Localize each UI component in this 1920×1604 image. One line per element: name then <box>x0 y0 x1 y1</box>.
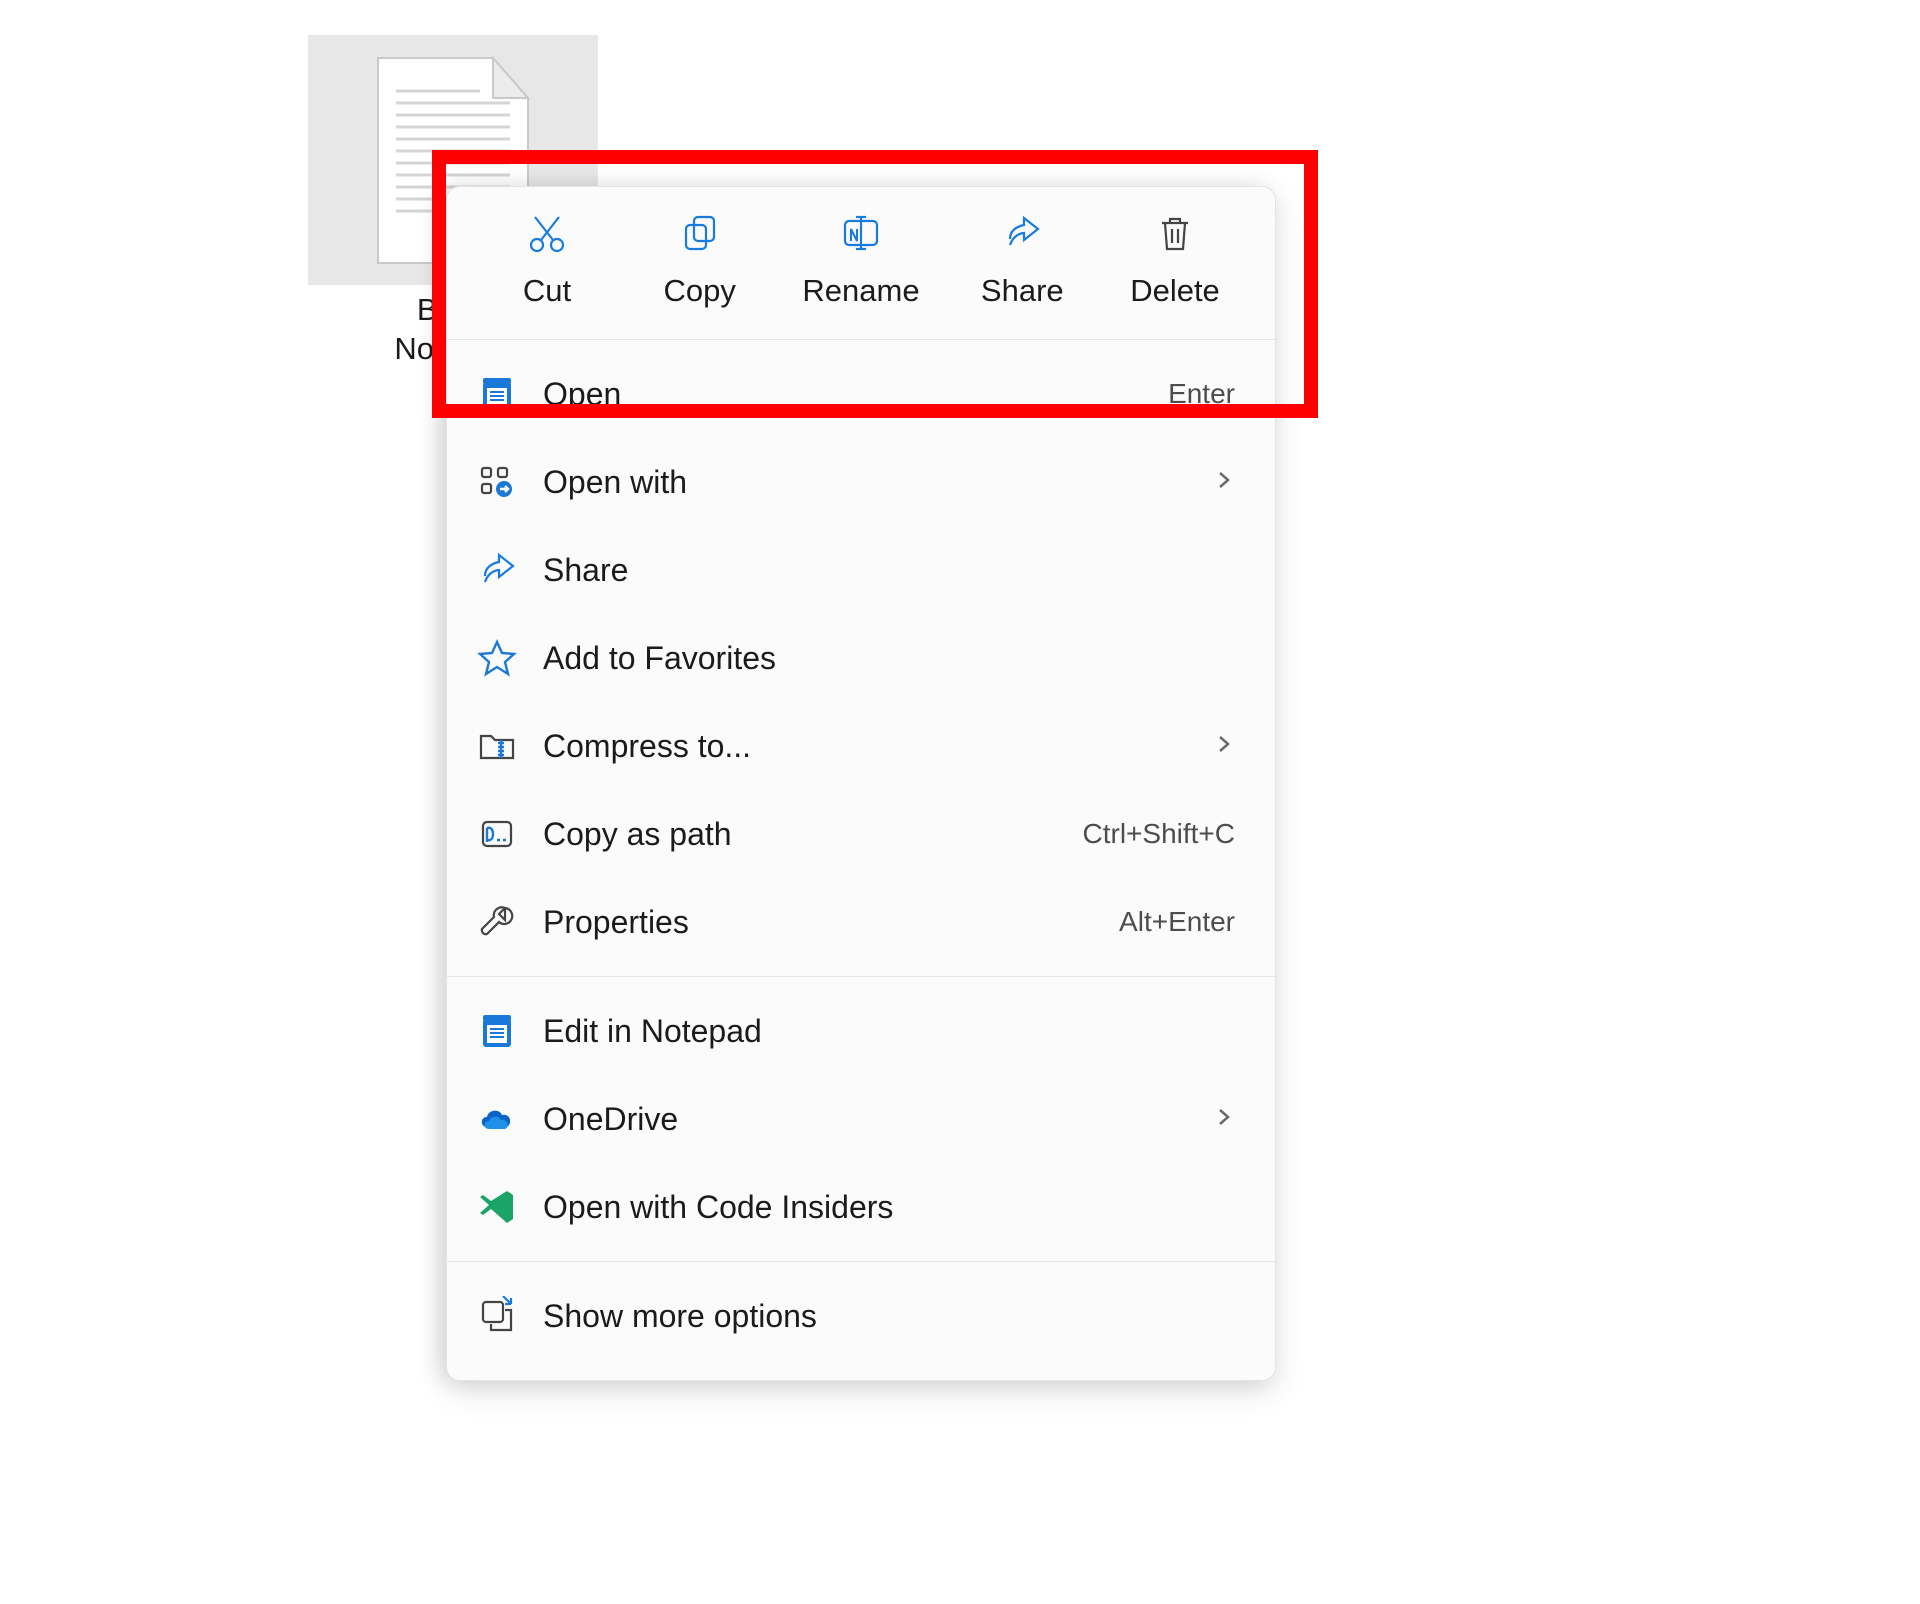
notepad-icon <box>475 372 519 416</box>
menu-label: Properties <box>543 904 1119 941</box>
wrench-icon <box>475 900 519 944</box>
notepad-icon <box>475 1009 519 1053</box>
menu-label: Open with <box>543 464 1213 501</box>
share-arrow-icon <box>1000 211 1044 255</box>
copy-path-icon <box>475 812 519 856</box>
trash-icon <box>1153 211 1197 255</box>
menu-item-favorites[interactable]: Add to Favorites <box>447 614 1275 702</box>
menu-label: Open with Code Insiders <box>543 1189 1235 1226</box>
menu-item-share[interactable]: Share <box>447 526 1275 614</box>
share-arrow-icon <box>475 548 519 592</box>
rename-button[interactable]: Rename <box>802 211 919 309</box>
menu-label: Edit in Notepad <box>543 1013 1235 1050</box>
menu-label: Share <box>543 552 1235 589</box>
copy-icon <box>678 211 722 255</box>
chevron-right-icon <box>1213 1106 1235 1133</box>
delete-label: Delete <box>1130 273 1220 309</box>
menu-item-code-insiders[interactable]: Open with Code Insiders <box>447 1163 1275 1251</box>
menu-item-compress[interactable]: Compress to... <box>447 702 1275 790</box>
quick-actions-row: Cut Copy <box>447 197 1275 339</box>
menu-item-onedrive[interactable]: OneDrive <box>447 1075 1275 1163</box>
menu-item-open-with[interactable]: Open with <box>447 438 1275 526</box>
menu-label: Copy as path <box>543 816 1083 853</box>
rename-label: Rename <box>802 273 919 309</box>
open-with-icon <box>475 460 519 504</box>
chevron-right-icon <box>1213 733 1235 760</box>
vscode-insiders-icon <box>475 1185 519 1229</box>
menu-label: OneDrive <box>543 1101 1213 1138</box>
menu-item-show-more[interactable]: Show more options <box>447 1272 1275 1360</box>
menu-item-edit-notepad[interactable]: Edit in Notepad <box>447 987 1275 1075</box>
zip-folder-icon <box>475 724 519 768</box>
rename-icon <box>839 211 883 255</box>
menu-label: Show more options <box>543 1298 1235 1335</box>
share-button[interactable]: Share <box>972 211 1072 309</box>
scissors-icon <box>525 211 569 255</box>
menu-item-copy-path[interactable]: Copy as path Ctrl+Shift+C <box>447 790 1275 878</box>
copy-label: Copy <box>664 273 736 309</box>
menu-item-properties[interactable]: Properties Alt+Enter <box>447 878 1275 966</box>
delete-button[interactable]: Delete <box>1125 211 1225 309</box>
chevron-right-icon <box>1213 469 1235 496</box>
menu-label: Compress to... <box>543 728 1213 765</box>
context-menu: Cut Copy <box>446 186 1276 1381</box>
onedrive-icon <box>475 1097 519 1141</box>
copy-button[interactable]: Copy <box>650 211 750 309</box>
expand-icon <box>475 1294 519 1338</box>
shortcut-hint: Alt+Enter <box>1119 906 1235 938</box>
cut-button[interactable]: Cut <box>497 211 597 309</box>
menu-label: Add to Favorites <box>543 640 1235 677</box>
shortcut-hint: Enter <box>1168 378 1235 410</box>
star-icon <box>475 636 519 680</box>
cut-label: Cut <box>523 273 571 309</box>
menu-label: Open <box>543 376 1168 413</box>
menu-item-open[interactable]: Open Enter <box>447 350 1275 438</box>
shortcut-hint: Ctrl+Shift+C <box>1083 818 1236 850</box>
share-label: Share <box>981 273 1064 309</box>
